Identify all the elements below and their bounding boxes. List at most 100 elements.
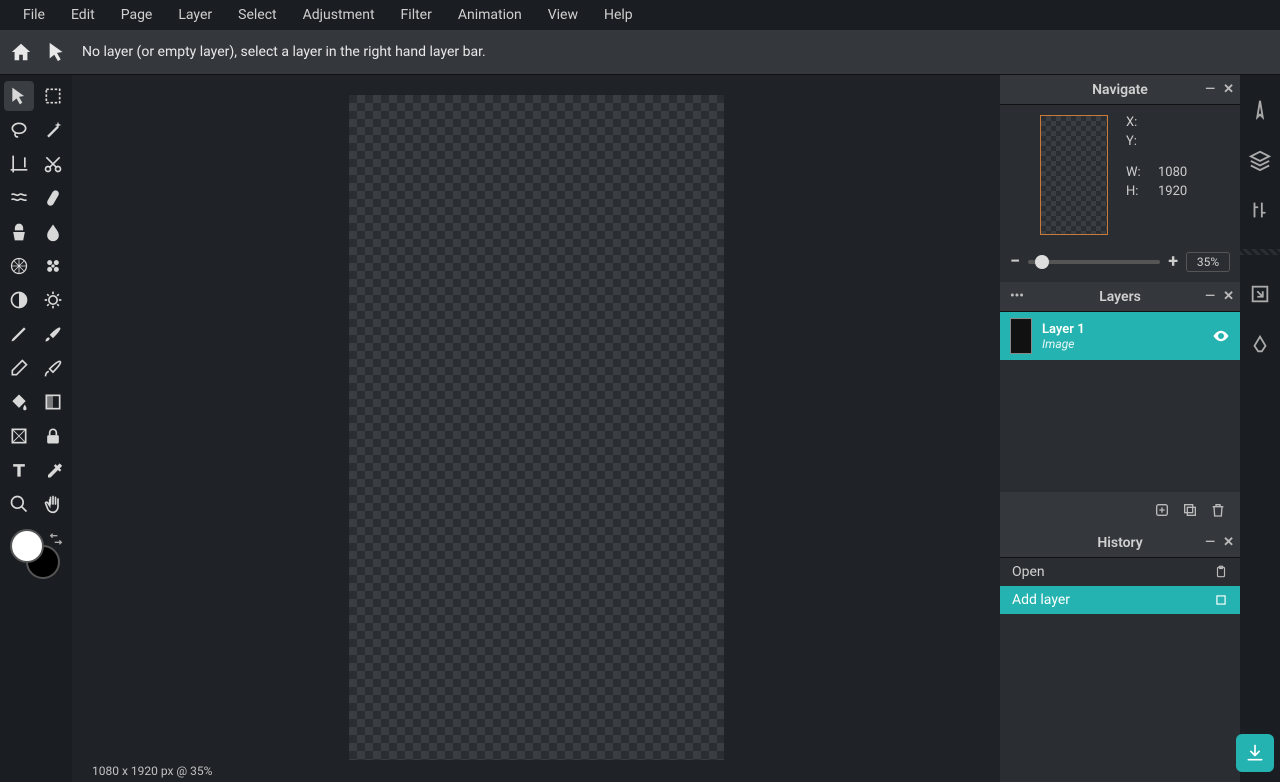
blur-tool[interactable] — [38, 217, 68, 247]
menu-help[interactable]: Help — [591, 1, 646, 29]
clone-tool[interactable] — [4, 217, 34, 247]
zoom-value[interactable]: 35% — [1186, 252, 1230, 272]
tool-options-bar: No layer (or empty layer), select a laye… — [0, 30, 1280, 75]
liquify-tool[interactable] — [4, 183, 34, 213]
menu-view[interactable]: View — [535, 1, 591, 29]
navigate-title: Navigate — [1092, 82, 1148, 98]
menu-animation[interactable]: Animation — [445, 1, 535, 29]
panel-minimize-icon[interactable]: — — [1205, 82, 1215, 97]
tools-panel — [0, 75, 72, 782]
layers-panel-header: ••• Layers — ✕ — [1000, 282, 1240, 312]
panel-close-icon[interactable]: ✕ — [1223, 82, 1234, 97]
history-panel: Open Add layer — [1000, 558, 1240, 782]
layer-name: Layer 1 — [1042, 322, 1202, 337]
brush-tool[interactable] — [38, 319, 68, 349]
heal-tool[interactable] — [38, 183, 68, 213]
tool-options-message: No layer (or empty layer), select a laye… — [82, 44, 486, 60]
download-button[interactable] — [1236, 734, 1274, 772]
menu-select[interactable]: Select — [225, 1, 289, 29]
history-item-label: Open — [1012, 564, 1045, 580]
panel-minimize-icon[interactable]: — — [1205, 289, 1215, 304]
menubar: File Edit Page Layer Select Adjustment F… — [0, 0, 1280, 30]
zoom-out-button[interactable]: − — [1010, 251, 1020, 272]
home-icon[interactable] — [10, 41, 32, 63]
disperse-tool[interactable] — [4, 251, 34, 281]
right-panels: Navigate — ✕ X: Y: W:1080 H:1920 − + 35%… — [1000, 75, 1240, 782]
menu-file[interactable]: File — [10, 1, 58, 29]
shape-tool[interactable] — [4, 421, 34, 451]
clipboard-icon — [1214, 565, 1228, 579]
menu-adjustment[interactable]: Adjustment — [290, 1, 388, 29]
panel-close-icon[interactable]: ✕ — [1223, 289, 1234, 304]
smudge-tool[interactable] — [38, 353, 68, 383]
lasso-tool[interactable] — [4, 115, 34, 145]
color-swatches[interactable] — [10, 529, 60, 579]
zoom-tool[interactable] — [4, 489, 34, 519]
navigate-tab-icon[interactable] — [1249, 99, 1271, 121]
side-tabs — [1240, 75, 1280, 782]
lock-tool[interactable] — [38, 421, 68, 451]
menu-layer[interactable]: Layer — [165, 1, 225, 29]
duplicate-layer-icon[interactable] — [1182, 502, 1198, 518]
dodge-tool[interactable] — [4, 285, 34, 315]
navigate-thumbnail[interactable] — [1040, 115, 1108, 235]
zoom-slider[interactable] — [1028, 260, 1160, 264]
menu-page[interactable]: Page — [108, 1, 166, 29]
adjust-tab-icon[interactable] — [1249, 199, 1271, 221]
move-tool[interactable] — [4, 81, 34, 111]
zoom-slider-knob[interactable] — [1035, 255, 1049, 269]
crop-tool[interactable] — [4, 149, 34, 179]
layer-thumbnail[interactable] — [1010, 318, 1032, 354]
square-icon — [1214, 593, 1228, 607]
eyedropper-tool[interactable] — [38, 455, 68, 485]
effects-tab-icon[interactable] — [1249, 333, 1271, 355]
arrow-tool-icon[interactable] — [46, 41, 68, 63]
layer-item[interactable]: Layer 1 Image — [1000, 312, 1240, 360]
toning-tool[interactable] — [38, 285, 68, 315]
nav-y-label: Y: — [1126, 134, 1148, 149]
layers-title: Layers — [1099, 289, 1141, 305]
history-item-add-layer[interactable]: Add layer — [1000, 586, 1240, 614]
marquee-tool[interactable] — [38, 81, 68, 111]
expand-tab-icon[interactable] — [1249, 283, 1271, 305]
zoom-controls: − + 35% — [1000, 245, 1240, 282]
nav-h-value: 1920 — [1158, 184, 1187, 199]
navigate-info: X: Y: W:1080 H:1920 — [1126, 115, 1187, 235]
eraser-tool[interactable] — [4, 353, 34, 383]
canvas[interactable] — [349, 95, 724, 760]
panel-minimize-icon[interactable]: — — [1205, 535, 1215, 550]
wand-tool[interactable] — [38, 115, 68, 145]
panel-close-icon[interactable]: ✕ — [1223, 535, 1234, 550]
nav-x-label: X: — [1126, 115, 1148, 130]
zoom-in-button[interactable]: + — [1168, 251, 1178, 272]
sponge-tool[interactable] — [38, 251, 68, 281]
delete-layer-icon[interactable] — [1210, 502, 1226, 518]
visibility-icon[interactable] — [1212, 327, 1230, 345]
gradient-tool[interactable] — [38, 387, 68, 417]
panel-divider — [1240, 249, 1280, 255]
add-layer-icon[interactable] — [1154, 502, 1170, 518]
layers-menu-icon[interactable]: ••• — [1010, 289, 1024, 304]
cut-tool[interactable] — [38, 149, 68, 179]
layers-panel: Layer 1 Image — [1000, 312, 1240, 492]
history-panel-header: History — ✕ — [1000, 528, 1240, 558]
menu-filter[interactable]: Filter — [388, 1, 445, 29]
text-tool[interactable] — [4, 455, 34, 485]
layer-type: Image — [1042, 337, 1202, 351]
menu-edit[interactable]: Edit — [58, 1, 108, 29]
hand-tool[interactable] — [38, 489, 68, 519]
canvas-area[interactable]: 1080 x 1920 px @ 35% — [72, 75, 1000, 782]
navigate-panel-header: Navigate — ✕ — [1000, 75, 1240, 105]
nav-w-label: W: — [1126, 165, 1148, 180]
history-item-open[interactable]: Open — [1000, 558, 1240, 586]
navigate-panel: X: Y: W:1080 H:1920 — [1000, 105, 1240, 245]
nav-w-value: 1080 — [1158, 165, 1187, 180]
fill-tool[interactable] — [4, 387, 34, 417]
layers-tab-icon[interactable] — [1249, 149, 1271, 171]
history-title: History — [1097, 535, 1142, 551]
swap-colors-icon[interactable] — [48, 531, 64, 547]
foreground-color[interactable] — [10, 529, 44, 563]
layer-operations — [1000, 492, 1240, 528]
pen-tool[interactable] — [4, 319, 34, 349]
history-item-label: Add layer — [1012, 592, 1070, 608]
